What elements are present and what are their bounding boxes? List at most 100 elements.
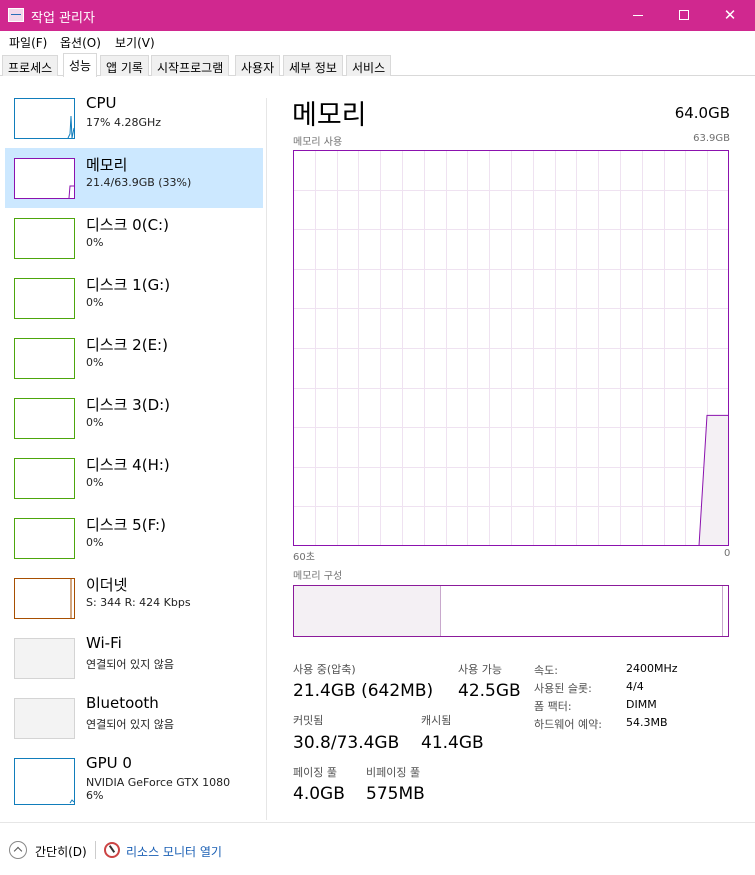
sidebar-item-label: CPU [86,94,117,112]
footer-bar: 간단히(D) 리소스 모니터 열기 [0,822,755,875]
cached-label: 캐시됨 [421,714,452,727]
committed-value: 30.8/73.4GB [293,733,400,753]
sidebar-item-value: 0% [86,476,104,489]
sidebar-item-disk-2[interactable]: 디스크 2(E:) 0% [5,328,263,388]
task-manager-icon [8,8,24,22]
memory-capacity: 64.0GB [674,104,730,122]
sidebar-item-value: NVIDIA GeForce GTX 1080 [86,776,231,789]
form-factor-label: 폼 팩터: [534,700,572,713]
fewer-details-button[interactable]: 간단히(D) [35,843,87,860]
sidebar-item-memory[interactable]: 메모리 21.4/63.9GB (33%) [5,148,263,208]
sidebar-item-disk-1[interactable]: 디스크 1(G:) 0% [5,268,263,328]
resource-sidebar: CPU 17% 4.28GHz 메모리 21.4/63.9GB (33%) 디스… [0,77,267,822]
gpu-thumbnail [14,758,75,805]
sidebar-item-gpu-0[interactable]: GPU 0 NVIDIA GeForce GTX 1080 6% [5,748,263,808]
bluetooth-thumbnail [14,698,75,739]
graph-time-right: 0 [724,548,731,559]
resource-monitor-icon [104,842,120,858]
in-use-value: 21.4GB (642MB) [293,681,434,701]
menu-view[interactable]: 보기(V) [115,34,155,51]
open-resource-monitor-link[interactable]: 리소스 모니터 열기 [126,843,222,860]
tab-strip: 프로세스 성능 앱 기록 시작프로그램 사용자 세부 정보 서비스 [0,53,755,77]
chevron-up-icon[interactable] [9,841,27,859]
disk-thumbnail [14,458,75,499]
title-bar: 작업 관리자 ✕ [0,0,755,31]
sidebar-item-bluetooth[interactable]: Bluetooth 연결되어 있지 않음 [5,688,263,748]
sidebar-item-disk-4[interactable]: 디스크 4(H:) 0% [5,448,263,508]
graph-grid [293,150,729,546]
usage-graph-max: 63.9GB [693,133,730,144]
speed-value: 2400MHz [626,662,678,675]
minimize-button[interactable] [615,0,661,31]
composition-reserved [722,586,723,636]
menu-options[interactable]: 옵션(O) [60,34,101,51]
sidebar-item-value: S: 344 R: 424 Kbps [86,596,191,609]
tab-startup[interactable]: 시작프로그램 [151,55,230,76]
sidebar-item-cpu[interactable]: CPU 17% 4.28GHz [5,88,263,148]
sidebar-item-disk-3[interactable]: 디스크 3(D:) 0% [5,388,263,448]
sidebar-item-wifi[interactable]: Wi-Fi 연결되어 있지 않음 [5,628,263,688]
sidebar-item-label: GPU 0 [86,754,132,772]
disk-thumbnail [14,338,75,379]
composition-in-use [294,586,441,636]
in-use-label: 사용 중(압축) [293,663,356,676]
composition-label: 메모리 구성 [293,571,343,582]
usage-graph-label: 메모리 사용 [293,137,343,148]
sidebar-item-label: Bluetooth [86,694,159,712]
slots-label: 사용된 슬롯: [534,682,592,695]
tab-performance[interactable]: 성능 [63,53,98,77]
sidebar-item-label: 디스크 1(G:) [86,276,171,294]
tab-users[interactable]: 사용자 [235,55,281,76]
sidebar-item-label: 디스크 5(F:) [86,516,166,534]
speed-label: 속도: [534,664,558,677]
available-label: 사용 가능 [458,663,502,676]
menu-file[interactable]: 파일(F) [9,34,47,51]
graph-time-left: 60초 [293,552,315,563]
sidebar-item-disk-0[interactable]: 디스크 0(C:) 0% [5,208,263,268]
slots-value: 4/4 [626,680,644,693]
maximize-button[interactable] [661,0,707,31]
sidebar-item-ethernet[interactable]: 이더넷 S: 344 R: 424 Kbps [5,568,263,628]
page-title: 메모리 [292,100,367,131]
sidebar-item-value: 21.4/63.9GB (33%) [86,176,192,189]
cpu-thumbnail [14,98,75,139]
tab-processes[interactable]: 프로세스 [2,55,59,76]
hardware-reserved-value: 54.3MB [626,716,668,729]
sidebar-item-value: 0% [86,536,104,549]
hardware-reserved-label: 하드웨어 예약: [534,718,602,731]
sidebar-item-label: 디스크 2(E:) [86,336,168,354]
ethernet-thumbnail [14,578,75,619]
paged-pool-label: 페이징 풀 [293,766,337,779]
sidebar-item-value: 연결되어 있지 않음 [86,718,174,731]
menu-bar: 파일(F) 옵션(O) 보기(V) [0,31,755,53]
memory-detail-panel: 메모리 64.0GB 메모리 사용 63.9GB 60초 0 메모리 구성 사용… [280,77,750,822]
sidebar-item-label: 이더넷 [86,576,128,594]
sidebar-item-value: 0% [86,356,104,369]
sidebar-item-value: 17% 4.28GHz [86,116,162,129]
available-value: 42.5GB [458,681,521,701]
footer-separator [95,841,96,859]
sidebar-item-value: 연결되어 있지 않음 [86,658,174,671]
sidebar-item-value: 0% [86,416,104,429]
disk-thumbnail [14,218,75,259]
wifi-thumbnail [14,638,75,679]
committed-label: 커밋됨 [293,714,324,727]
sidebar-item-label: 디스크 0(C:) [86,216,169,234]
close-button[interactable]: ✕ [707,0,753,31]
disk-thumbnail [14,398,75,439]
disk-thumbnail [14,278,75,319]
sidebar-item-label: 메모리 [86,156,128,174]
pane-divider[interactable] [266,98,267,820]
memory-thumbnail [14,158,75,199]
sidebar-item-label: Wi-Fi [86,634,122,652]
tab-app-history[interactable]: 앱 기록 [100,55,149,76]
sidebar-item-label: 디스크 4(H:) [86,456,170,474]
sidebar-item-value: 0% [86,296,104,309]
sidebar-item-disk-5[interactable]: 디스크 5(F:) 0% [5,508,263,568]
sidebar-item-percent: 6% [86,789,104,802]
window-title: 작업 관리자 [31,11,95,26]
memory-composition-bar [293,585,729,637]
tab-details[interactable]: 세부 정보 [283,55,343,76]
tab-services[interactable]: 서비스 [346,55,392,76]
nonpaged-pool-label: 비페이징 풀 [366,766,421,779]
